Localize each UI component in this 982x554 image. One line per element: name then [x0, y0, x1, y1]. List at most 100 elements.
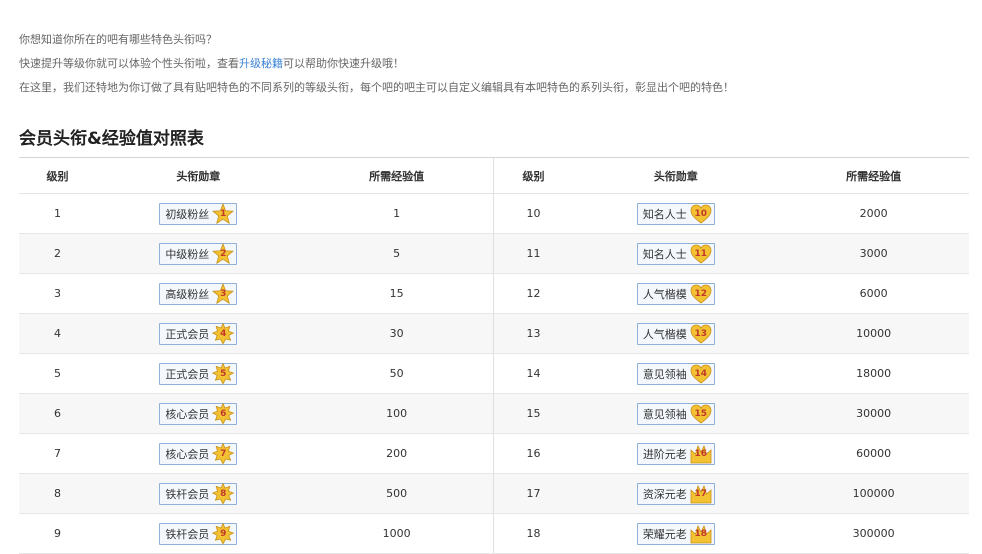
table-row: 8 铁杆会员 8 500 17 资深元老 17 100000 [19, 474, 969, 514]
exp-cell-left: 30 [389, 327, 404, 340]
level-cell-right: 14 [492, 354, 574, 393]
badge-cell-left: 核心会员 7 [96, 434, 301, 473]
level-table: 级别 头衔勋章 所需经验值 级别 头衔勋章 所需经验值 1 初级粉丝 1 1 10 知名人… [19, 157, 969, 554]
title-badge: 核心会员 6 [159, 402, 238, 425]
crown-icon: 18 [690, 523, 712, 545]
badge-cell-left: 初级粉丝 1 [96, 194, 301, 233]
badge-title: 核心会员 [165, 407, 210, 421]
exp-cell-left: 200 [386, 447, 408, 460]
header-level: 级别 [46, 169, 69, 183]
badge-cell-left: 正式会员 4 [96, 314, 301, 353]
badge-level-number: 15 [694, 408, 708, 419]
badge-cell-left: 铁杆会员 8 [96, 474, 301, 513]
header-level-right: 级别 [492, 158, 574, 193]
title-badge: 意见领袖 14 [636, 362, 715, 385]
header-exp: 所需经验值 [369, 169, 425, 183]
badge-cell-right: 人气楷模 13 [573, 314, 778, 353]
title-badge: 铁杆会员 9 [159, 522, 238, 545]
badge-cell-right: 资深元老 17 [573, 474, 778, 513]
level-cell-left: 2 [53, 247, 61, 260]
intro-line-2-prefix: 快速提升等级你就可以体验个性头衔啦，查看 [19, 57, 239, 70]
exp-cell-left: 1 [393, 207, 401, 220]
exp-cell-left: 50 [389, 367, 404, 380]
badge-cell-right: 荣耀元老 18 [573, 514, 778, 553]
title-badge: 意见领袖 15 [636, 402, 715, 425]
title-badge: 知名人士 10 [636, 202, 715, 225]
badge-title: 铁杆会员 [165, 487, 210, 501]
badge-cell-left: 中级粉丝 2 [96, 234, 301, 273]
badge-cell-left: 铁杆会员 9 [96, 514, 301, 553]
title-badge: 中级粉丝 2 [159, 242, 238, 265]
starburst-icon: 8 [212, 482, 235, 505]
badge-cell-right: 人气楷模 12 [573, 274, 778, 313]
title-badge: 核心会员 7 [159, 442, 238, 465]
badge-level-number: 10 [694, 208, 708, 219]
intro-text: 你想知道你所在的吧有哪些特色头衔吗？ 快速提升等级你就可以体验个性头衔啦，查看升… [19, 28, 734, 100]
exp-cell-right: 300000 [852, 527, 895, 540]
exp-cell-right: 30000 [856, 407, 892, 420]
exp-cell-left: 1000 [382, 527, 411, 540]
title-badge: 人气楷模 13 [636, 322, 715, 345]
title-badge: 高级粉丝 3 [159, 282, 238, 305]
badge-level-number: 11 [694, 248, 708, 259]
badge-title: 核心会员 [165, 447, 210, 461]
exp-cell-right: 18000 [856, 367, 892, 380]
badge-level-number: 12 [694, 288, 708, 299]
table-header: 级别 头衔勋章 所需经验值 级别 头衔勋章 所需经验值 [19, 158, 969, 194]
badge-level-number: 14 [694, 368, 708, 379]
heart-icon: 15 [690, 403, 712, 425]
table-body: 1 初级粉丝 1 1 10 知名人士 10 2000 2 中级粉丝 2 5 11 知名人士 11 3000 3 高… [19, 194, 969, 554]
heart-icon: 11 [690, 243, 712, 265]
badge-title: 初级粉丝 [165, 207, 210, 221]
upgrade-tips-link[interactable]: 升级秘籍 [239, 57, 283, 70]
table-row: 2 中级粉丝 2 5 11 知名人士 11 3000 [19, 234, 969, 274]
star-icon: 3 [212, 282, 235, 305]
level-cell-left: 4 [53, 327, 61, 340]
badge-level-number: 2 [220, 248, 227, 259]
badge-level-number: 1 [220, 208, 227, 219]
heart-icon: 14 [690, 363, 712, 385]
table-row: 6 核心会员 6 100 15 意见领袖 15 30000 [19, 394, 969, 434]
exp-cell-left: 100 [386, 407, 408, 420]
star-icon: 1 [212, 202, 235, 225]
badge-level-number: 7 [220, 448, 227, 459]
badge-title: 正式会员 [165, 367, 210, 381]
badge-title: 进阶元老 [642, 447, 687, 461]
intro-line-2-suffix: 可以帮助你快速升级哦！ [283, 57, 404, 70]
table-row: 1 初级粉丝 1 1 10 知名人士 10 2000 [19, 194, 969, 234]
title-badge: 资深元老 17 [636, 482, 715, 505]
starburst-icon: 7 [212, 442, 235, 465]
table-row: 9 铁杆会员 9 1000 18 荣耀元老 18 300000 [19, 514, 969, 554]
level-cell-right: 13 [492, 314, 574, 353]
exp-cell-right: 60000 [856, 447, 892, 460]
level-cell-left: 9 [53, 527, 61, 540]
title-badge: 正式会员 5 [159, 362, 238, 385]
badge-title: 意见领袖 [642, 407, 687, 421]
badge-level-number: 6 [220, 408, 227, 419]
badge-title: 高级粉丝 [165, 287, 210, 301]
title-badge: 正式会员 4 [159, 322, 238, 345]
intro-line-3: 在这里，我们还特地为你订做了具有贴吧特色的不同系列的等级头衔，每个吧的吧主可以自… [19, 81, 734, 94]
table-row: 4 正式会员 4 30 13 人气楷模 13 10000 [19, 314, 969, 354]
level-cell-right: 16 [492, 434, 574, 473]
heart-icon: 10 [690, 203, 712, 225]
badge-cell-right: 意见领袖 15 [573, 394, 778, 433]
badge-cell-left: 核心会员 6 [96, 394, 301, 433]
level-cell-left: 3 [53, 287, 61, 300]
star-icon: 2 [212, 242, 235, 265]
level-cell-right: 12 [492, 274, 574, 313]
level-cell-left: 8 [53, 487, 61, 500]
badge-level-number: 18 [694, 528, 708, 539]
badge-cell-right: 知名人士 11 [573, 234, 778, 273]
exp-cell-left: 5 [393, 247, 401, 260]
exp-cell-right: 3000 [859, 247, 888, 260]
badge-title: 正式会员 [165, 327, 210, 341]
starburst-icon: 5 [212, 362, 235, 385]
level-cell-left: 6 [53, 407, 61, 420]
table-row: 7 核心会员 7 200 16 进阶元老 16 60000 [19, 434, 969, 474]
badge-title: 人气楷模 [642, 327, 687, 341]
header-badge: 头衔勋章 [176, 169, 221, 183]
exp-cell-right: 10000 [856, 327, 892, 340]
title-badge: 人气楷模 12 [636, 282, 715, 305]
badge-level-number: 4 [220, 328, 227, 339]
